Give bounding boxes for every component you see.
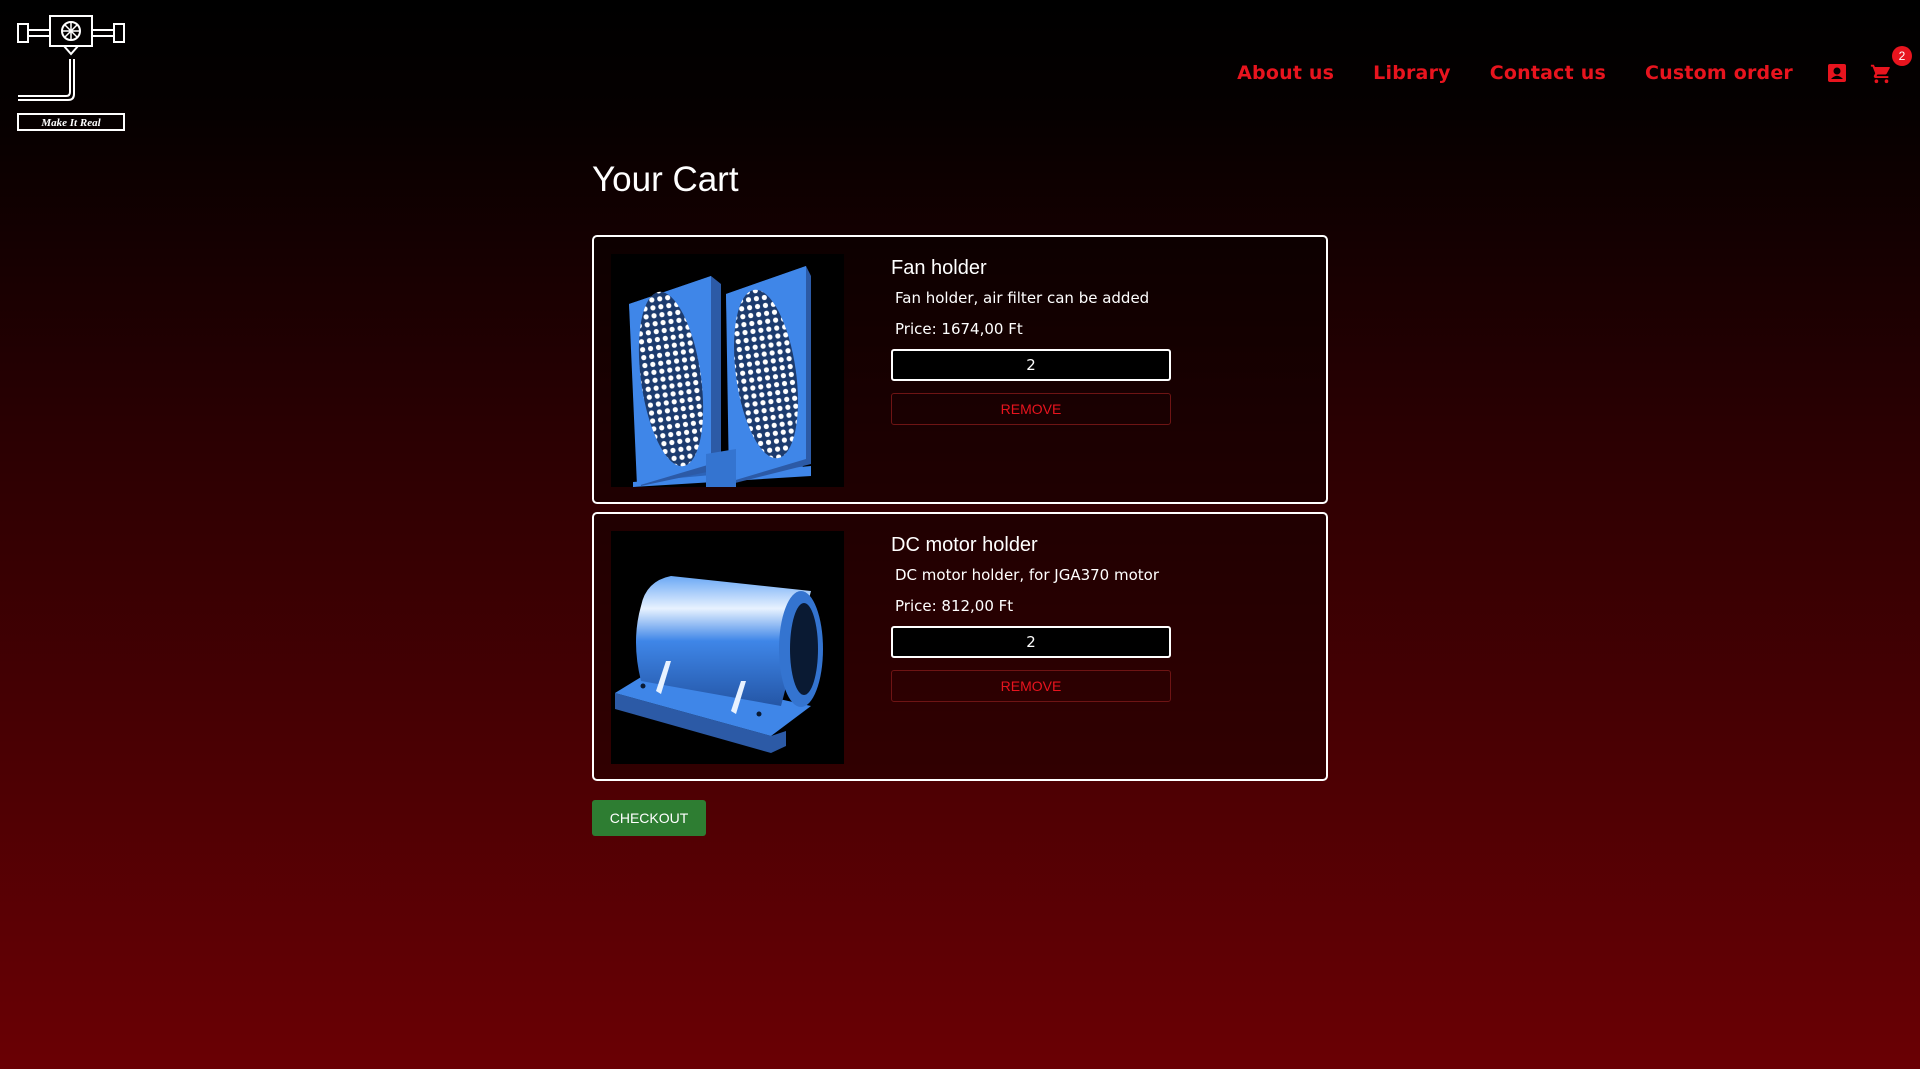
brand-logo[interactable]: Make It Real bbox=[16, 12, 128, 132]
item-description: Fan holder, air filter can be added bbox=[895, 289, 1150, 307]
cart-list: Fan holder Fan holder, air filter can be… bbox=[592, 235, 1328, 789]
user-account-icon[interactable] bbox=[1827, 63, 1847, 83]
printer-logo-icon: Make It Real bbox=[17, 15, 125, 131]
shopping-cart-icon[interactable]: 2 bbox=[1870, 46, 1912, 84]
item-description: DC motor holder, for JGA370 motor bbox=[895, 566, 1159, 584]
cart-item-info: DC motor holder DC motor holder, for JGA… bbox=[891, 534, 1191, 702]
checkout-button[interactable]: CHECKOUT bbox=[592, 800, 706, 836]
nav-link-contact-us[interactable]: Contact us bbox=[1490, 62, 1606, 84]
nav-link-custom-order[interactable]: Custom order bbox=[1645, 62, 1793, 84]
quantity-input[interactable] bbox=[891, 349, 1171, 381]
product-image-fan-holder[interactable] bbox=[611, 254, 844, 487]
item-name: Fan holder bbox=[891, 257, 987, 279]
item-price: Price: 812,00 Ft bbox=[895, 597, 1014, 615]
item-name: DC motor holder bbox=[891, 534, 1038, 556]
cart-item: Fan holder Fan holder, air filter can be… bbox=[592, 235, 1328, 504]
nav-link-about-us[interactable]: About us bbox=[1237, 62, 1334, 84]
logo-text: Make It Real bbox=[40, 117, 101, 129]
cart-count-badge: 2 bbox=[1892, 46, 1912, 66]
product-image-dc-motor-holder[interactable] bbox=[611, 531, 844, 764]
page-title: Your Cart bbox=[592, 160, 739, 199]
remove-button[interactable]: REMOVE bbox=[891, 670, 1171, 702]
item-price: Price: 1674,00 Ft bbox=[895, 320, 1023, 338]
main-nav: About us Library Contact us Custom order… bbox=[1237, 46, 1920, 88]
remove-button[interactable]: REMOVE bbox=[891, 393, 1171, 425]
nav-link-library[interactable]: Library bbox=[1373, 62, 1451, 84]
quantity-input[interactable] bbox=[891, 626, 1171, 658]
cart-item-info: Fan holder Fan holder, air filter can be… bbox=[891, 257, 1191, 425]
cart-item: DC motor holder DC motor holder, for JGA… bbox=[592, 512, 1328, 781]
